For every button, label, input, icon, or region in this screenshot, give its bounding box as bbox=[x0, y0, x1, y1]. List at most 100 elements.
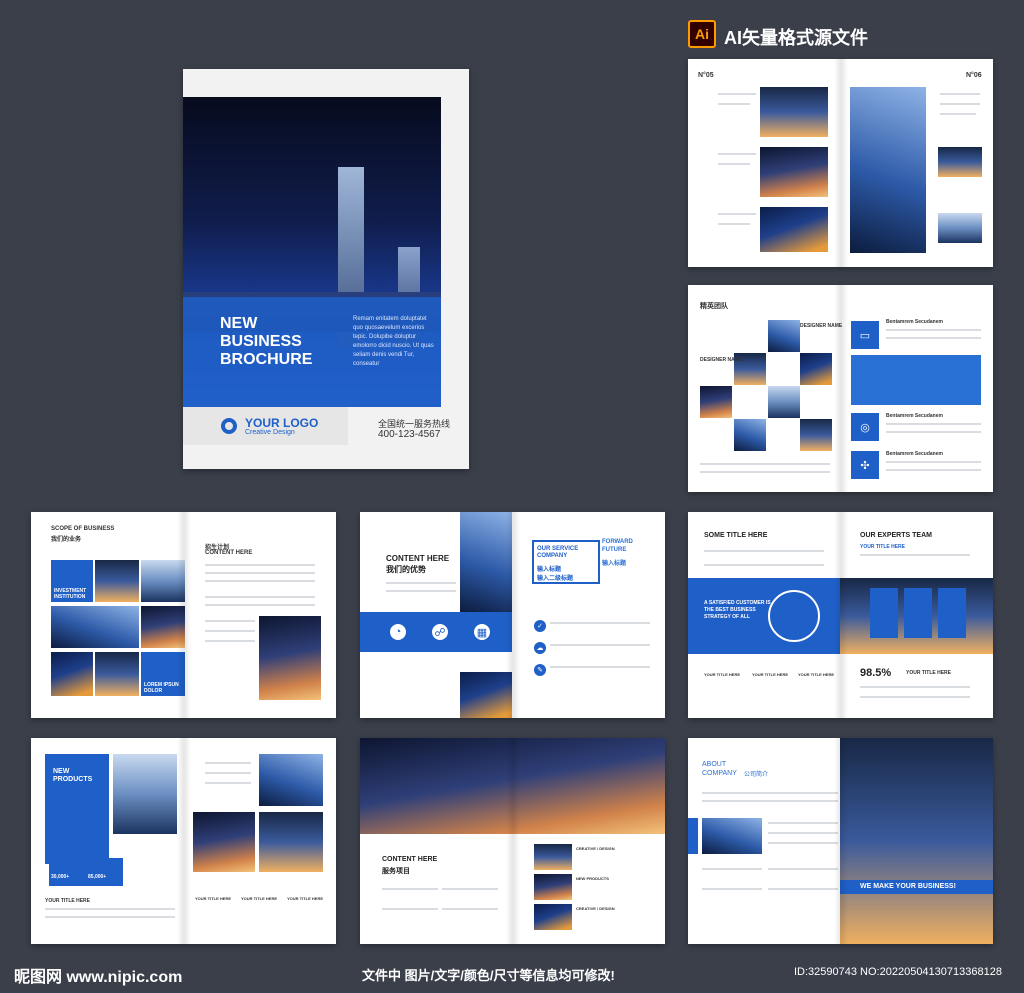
text-line bbox=[700, 463, 830, 465]
text-line bbox=[386, 582, 456, 584]
text-line bbox=[702, 888, 762, 890]
logo-subtitle: Creative Design bbox=[245, 429, 295, 436]
text-line bbox=[205, 604, 315, 606]
service-cn1: 输入标题 bbox=[537, 567, 562, 573]
title-en: CONTENT HERE bbox=[386, 554, 450, 563]
right-en: CONTENT HERE bbox=[205, 550, 253, 556]
section-title: 精英团队 bbox=[700, 303, 728, 310]
service-en: OUR SERVICE COMPANY bbox=[537, 546, 579, 559]
your-title: YOUR TITLE HERE bbox=[798, 672, 835, 677]
text-line bbox=[550, 622, 650, 624]
circle-ring bbox=[768, 590, 820, 642]
title-cn: 我们的优势 bbox=[386, 565, 426, 574]
designer-photo bbox=[768, 386, 800, 418]
spread-advantage: CONTENT HERE 我们的优势 ◔ ☍ ▦ OUR SERVICE COM… bbox=[360, 512, 665, 718]
designer-photo bbox=[800, 353, 832, 385]
service-cn2: 输入二级标题 bbox=[537, 576, 574, 582]
spread-about: ABOUT COMPANY 公司简介 WE MAKE YOUR BUSINESS… bbox=[688, 738, 993, 944]
about-en: ABOUT COMPANY bbox=[702, 761, 737, 777]
text-line bbox=[860, 696, 970, 698]
city-photo bbox=[938, 147, 982, 177]
text-line bbox=[386, 590, 456, 592]
text-line bbox=[702, 868, 762, 870]
cloud-icon: ☁ bbox=[534, 642, 546, 654]
designer-label: DESIGNER NAME bbox=[800, 323, 843, 329]
expert-card bbox=[938, 588, 966, 638]
text-line bbox=[718, 103, 750, 105]
caption: CREATIVE / DESIGN bbox=[576, 846, 615, 851]
chart-icon: ▦ bbox=[474, 624, 490, 640]
text-line bbox=[886, 469, 981, 471]
page-number-right: N°06 bbox=[966, 72, 982, 79]
signal-icon: ◎ bbox=[851, 413, 879, 441]
cover-page: NEW BUSINESS BROCHURE Remam enitatem dol… bbox=[183, 69, 469, 469]
products-title: NEW PRODUCTS bbox=[53, 768, 93, 783]
accent-bar bbox=[688, 818, 698, 854]
spread-team: 精英团队 DESIGNER NAME DESIGNER NAME ▭ ◎ ✣ B… bbox=[688, 285, 993, 492]
product-photo bbox=[193, 812, 255, 872]
product-photo bbox=[259, 812, 323, 872]
team-subtitle: YOUR TITLE HERE bbox=[860, 544, 906, 550]
your-title: YOUR TITLE HERE bbox=[704, 672, 741, 677]
text-line bbox=[886, 423, 981, 425]
text-line bbox=[704, 564, 824, 566]
city-photo bbox=[51, 606, 139, 648]
city-photo bbox=[95, 560, 139, 602]
text-line bbox=[205, 782, 251, 784]
designer-photo bbox=[734, 419, 766, 451]
text-line bbox=[886, 329, 981, 331]
text-line bbox=[940, 93, 980, 95]
text-line bbox=[718, 153, 756, 155]
text-line bbox=[704, 550, 824, 552]
shield-icon: ✓ bbox=[534, 620, 546, 632]
left-title: SOME TITLE HERE bbox=[704, 532, 768, 539]
about-photo bbox=[702, 818, 762, 854]
text-line bbox=[442, 888, 498, 890]
text-line bbox=[768, 868, 838, 870]
logo-icon bbox=[221, 418, 237, 434]
future-en: FORWARD FUTURE bbox=[602, 539, 633, 553]
text-line bbox=[718, 223, 750, 225]
city-photo bbox=[760, 147, 828, 197]
text-line bbox=[45, 908, 175, 910]
item-title: Bentamrem Secudanem bbox=[886, 413, 943, 419]
city-photo bbox=[141, 560, 185, 602]
text-line bbox=[768, 842, 838, 844]
quote: A SATISFIED CUSTOMER IS THE BEST BUSINES… bbox=[704, 600, 771, 620]
text-line bbox=[940, 103, 980, 105]
text-line bbox=[205, 772, 251, 774]
cover-headline: BROCHURE bbox=[220, 351, 313, 368]
stat-2: 85,000+ bbox=[88, 874, 107, 880]
product-photo bbox=[113, 754, 177, 834]
spread-experts: SOME TITLE HERE OUR EXPERTS TEAM YOUR TI… bbox=[688, 512, 993, 718]
stats-block bbox=[49, 858, 123, 886]
spread-products: NEW PRODUCTS 30,000+ 85,000+ YOUR TITLE … bbox=[31, 738, 336, 944]
footer-note: 文件中 图片/文字/颜色/尺寸等信息均可修改! bbox=[362, 968, 615, 983]
text-line bbox=[700, 471, 830, 473]
text-line bbox=[718, 213, 756, 215]
item-title: Bentamrem Secudanem bbox=[886, 319, 943, 325]
expert-card bbox=[870, 588, 898, 638]
investment-label: INVESTMENT INSTITUTION bbox=[54, 588, 87, 600]
logo-text: YOUR LOGO bbox=[245, 416, 319, 430]
scope-cn: 我们的业务 bbox=[51, 537, 82, 543]
your-title: YOUR TITLE HERE bbox=[195, 896, 232, 901]
text-line bbox=[860, 686, 970, 688]
cover-blurb: Remam enitatem doluptatet quo quosaevelu… bbox=[353, 316, 434, 367]
header-title: AI矢量格式源文件 bbox=[724, 28, 868, 48]
network-icon: ✣ bbox=[851, 451, 879, 479]
your-title: YOUR TITLE HERE bbox=[45, 898, 91, 904]
panorama-photo bbox=[360, 738, 665, 834]
title-cn: 服务项目 bbox=[382, 868, 410, 875]
text-line bbox=[718, 93, 756, 95]
about-cn: 公司简介 bbox=[744, 772, 769, 778]
tower-photo bbox=[460, 672, 512, 718]
text-line bbox=[718, 163, 750, 165]
your-title: YOUR TITLE HERE bbox=[752, 672, 789, 677]
city-photo bbox=[141, 606, 185, 648]
blue-text-panel bbox=[851, 355, 981, 405]
city-photo bbox=[51, 652, 93, 696]
text-line bbox=[940, 113, 976, 115]
your-title: YOUR TITLE HERE bbox=[287, 896, 324, 901]
text-line bbox=[550, 644, 650, 646]
